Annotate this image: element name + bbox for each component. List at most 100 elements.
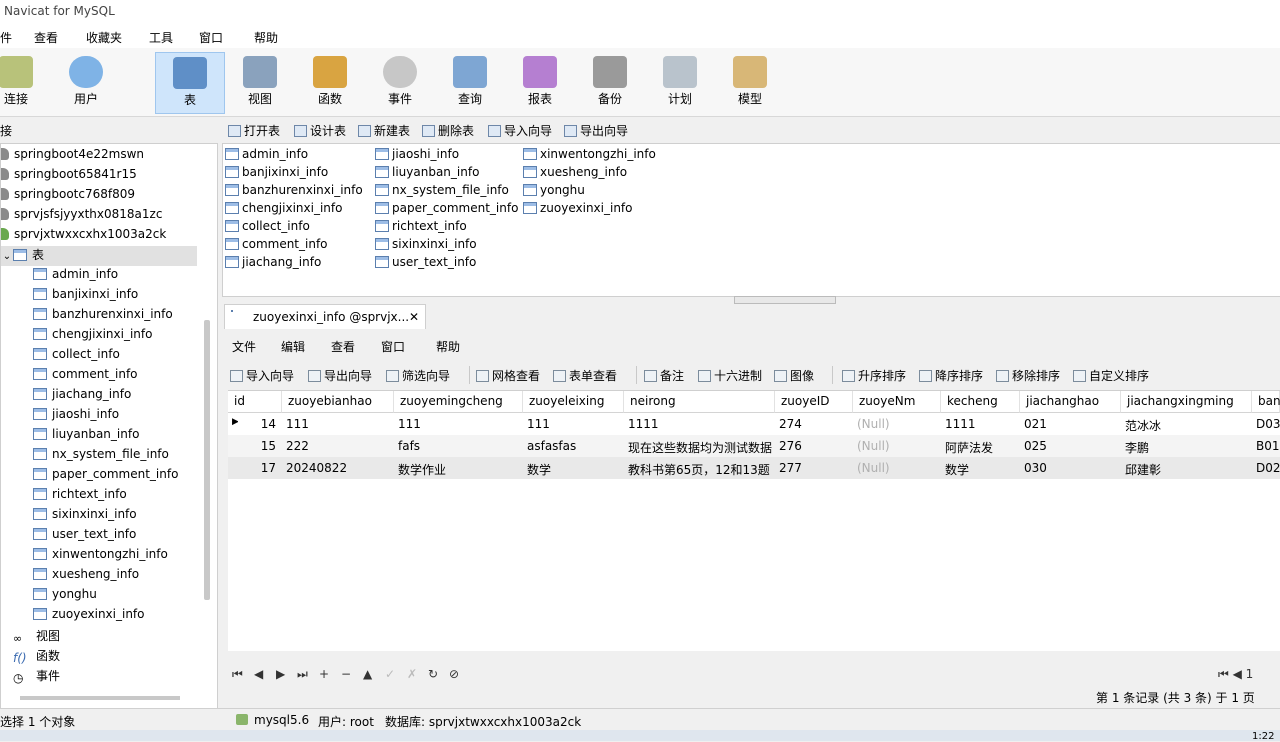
toolbar-connection-button[interactable]: 连接 [0, 52, 50, 112]
tree-table-item[interactable]: banzhurenxinxi_info [33, 307, 173, 327]
tree-table-item[interactable]: user_text_info [33, 527, 136, 547]
column-header-kecheng[interactable]: kecheng [941, 391, 1020, 413]
cell-jiachanghao[interactable]: 021 [1020, 413, 1121, 435]
cancel-icon[interactable]: ✗ [407, 667, 417, 681]
tree-views-node[interactable]: ∞ 视图 [13, 627, 60, 647]
menu-file[interactable]: 件 [0, 29, 12, 46]
tree-table-item[interactable]: zuoyexinxi_info [33, 607, 145, 627]
grid-export-wizard-button[interactable]: 导出向导 [308, 367, 372, 384]
cell-zuoyebianhao[interactable]: 222 [282, 435, 394, 457]
cell-neirong[interactable]: 教科书第65页，12和13题 [624, 457, 775, 479]
cell-kecheng[interactable]: 数学 [941, 457, 1020, 479]
pane-splitter[interactable] [734, 296, 836, 304]
object-table-item[interactable]: xuesheng_info [523, 165, 627, 179]
menu-favorites[interactable]: 收藏夹 [86, 29, 122, 46]
object-table-item[interactable]: admin_info [225, 147, 308, 161]
toolbar-model-button[interactable]: 模型 [716, 52, 784, 112]
close-icon[interactable]: ✕ [409, 310, 419, 324]
object-table-item[interactable]: paper_comment_info [375, 201, 518, 215]
cell-zuoyebianhao[interactable]: 111 [282, 413, 394, 435]
tree-scrollbar[interactable] [204, 320, 210, 600]
tree-table-item[interactable]: richtext_info [33, 487, 127, 507]
menu-help[interactable]: 帮助 [254, 29, 278, 46]
cell-zuoyemingcheng[interactable]: 111 [394, 413, 523, 435]
tree-database-item[interactable]: springboot4e22mswn [1, 147, 144, 167]
tree-table-item[interactable]: jiaoshi_info [33, 407, 119, 427]
grid-import-wizard-button[interactable]: 导入向导 [230, 367, 294, 384]
memo-button[interactable]: 备注 [644, 367, 684, 384]
cell-zuoyenm[interactable]: (Null) [853, 457, 941, 479]
sort-ascending-button[interactable]: 升序排序 [842, 367, 906, 384]
move-up-icon[interactable]: ▲ [363, 667, 372, 681]
column-header-zuoyeleixing[interactable]: zuoyeleixing [523, 391, 624, 413]
tree-table-item[interactable]: liuyanban_info [33, 427, 139, 447]
toolbar-schedule-button[interactable]: 计划 [646, 52, 714, 112]
object-table-item[interactable]: nx_system_file_info [375, 183, 509, 197]
column-header-jiachanghao[interactable]: jiachanghao [1020, 391, 1121, 413]
object-table-item[interactable]: xinwentongzhi_info [523, 147, 656, 161]
object-table-item[interactable]: liuyanban_info [375, 165, 479, 179]
tree-tables-node[interactable]: ⌄ 表 [1, 246, 197, 266]
object-table-item[interactable]: user_text_info [375, 255, 476, 269]
object-table-item[interactable]: comment_info [225, 237, 328, 251]
cell-kecheng[interactable]: 1111 [941, 413, 1020, 435]
cell-zuoyeid[interactable]: 277 [775, 457, 853, 479]
tree-database-item-open[interactable]: sprvjxtwxxcxhx1003a2ck [1, 227, 166, 247]
custom-sort-button[interactable]: 自定义排序 [1073, 367, 1149, 384]
object-table-item[interactable]: yonghu [523, 183, 585, 197]
tree-horizontal-scrollbar[interactable] [20, 696, 180, 700]
object-table-item[interactable]: banzhurenxinxi_info [225, 183, 363, 197]
delete-record-icon[interactable]: − [341, 667, 351, 681]
last-record-icon[interactable]: ⏭ [297, 667, 308, 682]
editor-menu-window[interactable]: 窗口 [381, 338, 405, 355]
cell-jiachanghao[interactable]: 030 [1020, 457, 1121, 479]
column-header-jiachangxingming[interactable]: jiachangxingming [1121, 391, 1252, 413]
toolbar-function-button[interactable]: 函数 [296, 52, 364, 112]
remove-sort-button[interactable]: 移除排序 [996, 367, 1060, 384]
column-header-ban[interactable]: ban [1252, 391, 1280, 413]
editor-tab[interactable]: zuoyexinxi_info @sprvjx... ✕ [224, 304, 426, 329]
tree-functions-node[interactable]: f() 函数 [13, 647, 60, 667]
cell-zuoyeleixing[interactable]: 111 [523, 413, 624, 435]
open-table-button[interactable]: 打开表 [228, 122, 280, 139]
editor-menu-edit[interactable]: 编辑 [281, 338, 305, 355]
cell-ban[interactable]: B01 [1252, 435, 1280, 457]
tree-table-item[interactable]: nx_system_file_info [33, 447, 169, 467]
previous-record-icon[interactable]: ◀ [254, 667, 263, 681]
cell-zuoyemingcheng[interactable]: fafs [394, 435, 523, 457]
object-table-item[interactable]: chengjixinxi_info [225, 201, 342, 215]
apply-icon[interactable]: ✓ [385, 667, 395, 681]
cell-id[interactable]: 14 [238, 413, 280, 435]
object-table-item[interactable]: zuoyexinxi_info [523, 201, 633, 215]
form-view-button[interactable]: 表单查看 [553, 367, 617, 384]
tree-table-item[interactable]: chengjixinxi_info [33, 327, 152, 347]
grid-view-button[interactable]: 网格查看 [476, 367, 540, 384]
cell-jiachangxingming[interactable]: 范冰冰 [1121, 413, 1252, 435]
tree-table-item[interactable]: sixinxinxi_info [33, 507, 137, 527]
stop-icon[interactable]: ⊘ [449, 667, 459, 681]
tree-table-item[interactable]: collect_info [33, 347, 120, 367]
image-button[interactable]: 图像 [774, 367, 814, 384]
refresh-icon[interactable]: ↻ [428, 667, 438, 681]
tree-database-item[interactable]: springbootc768f809 [1, 187, 135, 207]
cell-id[interactable]: 15 [238, 435, 280, 457]
toolbar-view-button[interactable]: 视图 [226, 52, 294, 112]
design-table-button[interactable]: 设计表 [294, 122, 346, 139]
tree-table-item[interactable]: xinwentongzhi_info [33, 547, 168, 567]
object-table-item[interactable]: jiachang_info [225, 255, 321, 269]
new-table-button[interactable]: 新建表 [358, 122, 410, 139]
object-table-item[interactable]: jiaoshi_info [375, 147, 459, 161]
cell-zuoyebianhao[interactable]: 20240822 [282, 457, 394, 479]
filter-wizard-button[interactable]: 筛选向导 [386, 367, 450, 384]
tree-table-item[interactable]: yonghu [33, 587, 97, 607]
tree-table-item[interactable]: jiachang_info [33, 387, 131, 407]
hex-button[interactable]: 十六进制 [698, 367, 762, 384]
menu-view[interactable]: 查看 [34, 29, 58, 46]
sort-descending-button[interactable]: 降序排序 [919, 367, 983, 384]
toolbar-user-button[interactable]: 用户 [52, 52, 120, 112]
tree-table-item[interactable]: banjixinxi_info [33, 287, 138, 307]
tree-events-node[interactable]: ◷ 事件 [13, 667, 60, 687]
add-record-icon[interactable]: + [319, 667, 329, 681]
tree-database-item[interactable]: springboot65841r15 [1, 167, 137, 187]
cell-id[interactable]: 17 [238, 457, 280, 479]
